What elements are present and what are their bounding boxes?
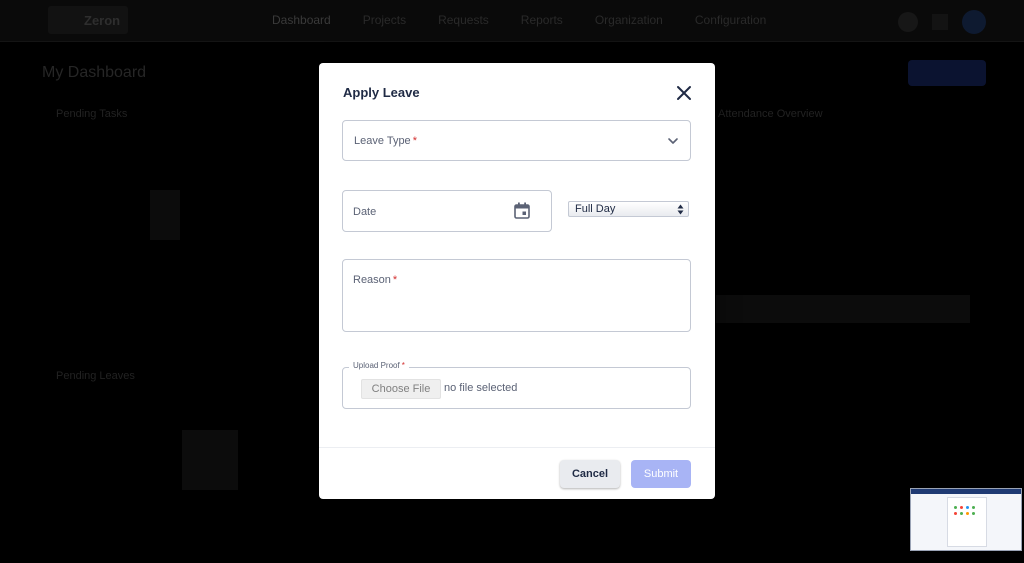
close-icon[interactable] (675, 84, 693, 102)
calendar-icon[interactable] (514, 202, 530, 219)
thumbnail-calendar (947, 497, 987, 547)
day-type-select[interactable]: Full Day (568, 201, 689, 217)
apply-leave-dialog: Apply Leave Leave Type * Date Full Day Re… (319, 63, 715, 499)
apps-grid-icon (932, 14, 948, 30)
dashboard-action-button (908, 60, 986, 86)
thumbnail-header (911, 489, 1021, 494)
attendance-bar (716, 295, 970, 323)
upload-proof-label: Upload Proof * (349, 361, 409, 370)
required-mark: * (401, 361, 405, 370)
thumbnail-dot (966, 506, 969, 509)
reason-textarea[interactable]: Reason * (342, 259, 691, 332)
file-status-text: no file selected (444, 382, 518, 394)
nav-item-requests: Requests (438, 13, 489, 27)
page-preview-thumbnail (910, 488, 1022, 551)
thumbnail-dot (960, 506, 963, 509)
thumbnail-dot (954, 512, 957, 515)
reason-label: Reason * (353, 274, 397, 286)
dialog-footer-divider (319, 447, 715, 448)
upload-proof-label-text: Upload Proof (353, 361, 400, 370)
required-mark: * (392, 274, 398, 286)
date-label: Date (353, 206, 377, 218)
leave-type-label: Leave Type * (354, 135, 417, 147)
pending-leaves-label: Pending Leaves (56, 370, 135, 382)
dialog-title: Apply Leave (343, 85, 420, 100)
cancel-button[interactable]: Cancel (560, 460, 620, 488)
empty-state-illustration (150, 190, 180, 240)
attendance-overview-label: Attendance Overview (718, 108, 823, 120)
nav-item-configuration: Configuration (694, 13, 767, 27)
leave-type-label-text: Leave Type (354, 135, 411, 147)
nav-item-dashboard: Dashboard (272, 13, 331, 27)
thumbnail-dot (972, 506, 975, 509)
submit-button[interactable]: Submit (631, 460, 691, 488)
leave-type-select[interactable]: Leave Type * (342, 120, 691, 161)
nav-menu: Dashboard Projects Requests Reports Orga… (272, 13, 766, 27)
day-type-value: Full Day (575, 203, 616, 215)
nav-icon-group (898, 10, 986, 34)
nav-item-reports: Reports (520, 13, 563, 27)
app-logo-text: Zeron (84, 13, 121, 28)
required-mark: * (412, 135, 417, 147)
chevron-down-icon (668, 138, 678, 144)
nav-item-projects: Projects (362, 13, 407, 27)
thumbnail-dot (966, 512, 969, 515)
reason-label-text: Reason (353, 274, 391, 286)
thumbnail-dot (960, 512, 963, 515)
date-input[interactable]: Date (342, 190, 552, 232)
thumbnail-dot (954, 506, 957, 509)
upload-proof-field: Choose File no file selected (342, 367, 691, 409)
dashboard-title: My Dashboard (42, 64, 147, 81)
updown-arrows-icon (677, 204, 684, 215)
top-navigation-bar: Zeron Dashboard Projects Requests Report… (0, 0, 1024, 42)
choose-file-button[interactable]: Choose File (361, 379, 441, 399)
user-avatar (962, 10, 986, 34)
empty-state-illustration (182, 430, 238, 490)
thumbnail-dot (972, 512, 975, 515)
nav-item-organization: Organization (594, 13, 663, 27)
pending-tasks-label: Pending Tasks (56, 108, 128, 120)
notification-icon (898, 12, 918, 32)
